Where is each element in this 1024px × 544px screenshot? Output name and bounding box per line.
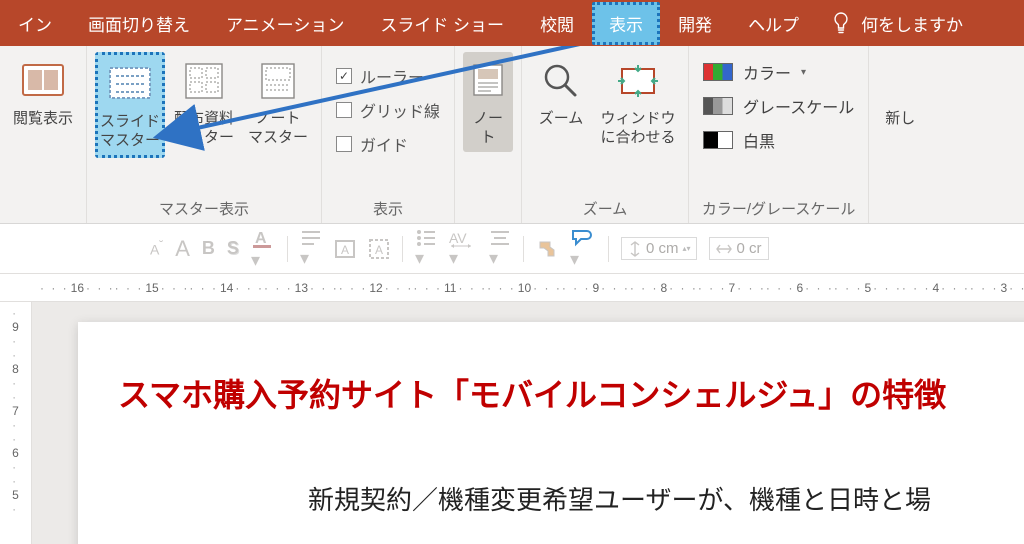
grayscale-mode-label: グレースケール (743, 94, 854, 118)
new-window-button-partial[interactable]: 新し (877, 52, 923, 133)
zoom-label: ズーム (539, 110, 584, 129)
svg-text:AV: AV (449, 230, 467, 246)
group-label-blank2 (463, 198, 513, 221)
slide-title-text[interactable]: スマホ購入予約サイト「モバイルコンシェルジュ」の特徴 (118, 370, 1024, 416)
handout-master-icon (182, 56, 226, 106)
slide-master-label: スライド マスター (100, 113, 160, 151)
handout-master-button[interactable]: 配布資料 マスター (169, 52, 239, 152)
speak-icon: ▾ (570, 227, 596, 270)
color-mode-label: カラー (743, 60, 791, 84)
color-swatch-icon (703, 63, 733, 81)
format-painter-icon (536, 238, 558, 260)
svg-text:A: A (255, 230, 267, 247)
ribbon: 閲覧表示 スライド マスター 配布資料 マスター (0, 46, 1024, 224)
dropdown-caret-icon: ▾ (801, 67, 806, 78)
notes-pane-button[interactable]: ノー ト (463, 52, 513, 152)
tab-transitions[interactable]: 画面切り替え (70, 1, 208, 46)
width-spinner: 0 cr (709, 237, 768, 260)
shadow-icon: S (227, 238, 239, 259)
tab-slideshow[interactable]: スライド ショー (362, 1, 522, 46)
guides-checkbox[interactable]: ガイド (336, 132, 440, 156)
group-label-blank (8, 198, 78, 221)
fit-window-label: ウィンドウ に合わせる (601, 110, 676, 148)
lightbulb-icon (831, 12, 851, 34)
vertical-ruler: ·9··8··7··6··5· (0, 302, 32, 544)
placeholder-icon: A (368, 238, 390, 260)
paragraph-icon: ▾ (300, 228, 322, 269)
bw-mode-button[interactable]: 白黒 (703, 128, 854, 152)
new-window-label-partial: 新し (885, 110, 915, 129)
ruler-label: ルーラー (360, 64, 424, 88)
group-label-zoom: ズーム (530, 194, 680, 221)
handout-master-label: 配布資料 マスター (174, 110, 234, 148)
slide-master-button[interactable]: スライド マスター (95, 52, 165, 158)
text-box-icon: A (334, 239, 356, 259)
tab-view[interactable]: 表示 (592, 2, 660, 45)
reading-view-icon (22, 56, 64, 106)
gridlines-label: グリッド線 (360, 98, 440, 122)
notes-master-label: ノート マスター (248, 110, 308, 148)
group-label-master: マスター表示 (95, 194, 313, 221)
char-spacing-icon: AV▾ (449, 228, 477, 269)
fit-window-icon (616, 56, 660, 106)
slide-master-icon (108, 59, 152, 109)
width-value: 0 cr (736, 240, 761, 257)
height-value: 0 cm (646, 240, 679, 257)
color-mode-button[interactable]: カラー ▾ (703, 60, 854, 84)
checkbox-unchecked-icon (336, 102, 352, 118)
bw-swatch-icon (703, 131, 733, 149)
slide-canvas[interactable]: スマホ購入予約サイト「モバイルコンシェルジュ」の特徴 新規契約／機種変更希望ユー… (78, 322, 1024, 544)
tab-animations[interactable]: アニメーション (208, 1, 362, 46)
new-window-icon (882, 56, 918, 106)
group-label-color: カラー/グレースケール (697, 194, 860, 221)
ruler-checkbox[interactable]: ✓ ルーラー (336, 64, 440, 88)
guides-label: ガイド (360, 132, 408, 156)
ribbon-tab-strip: イン 画面切り替え アニメーション スライド ショー 校閲 表示 開発 ヘルプ … (0, 0, 1024, 46)
slide-canvas-wrap[interactable]: スマホ購入予約サイト「モバイルコンシェルジュ」の特徴 新規契約／機種変更希望ユー… (32, 302, 1024, 544)
tab-design-partial[interactable]: イン (0, 1, 70, 46)
grayscale-mode-button[interactable]: グレースケール (703, 94, 854, 118)
zoom-icon (541, 56, 581, 106)
notes-master-button[interactable]: ノート マスター (243, 52, 313, 152)
group-label-show: 表示 (330, 194, 446, 221)
gridlines-checkbox[interactable]: グリッド線 (336, 98, 440, 122)
reading-view-button[interactable]: 閲覧表示 (8, 52, 78, 133)
font-color-icon: A▾ (251, 226, 275, 271)
zoom-button[interactable]: ズーム (530, 52, 592, 133)
disabled-font-toolbar: A˘ A B S A▾ ▾ A A ▾ AV▾ ▾ ▾ 0 cm ▴▾ 0 cr (0, 224, 1024, 274)
slide-editing-area: ·9··8··7··6··5· スマホ購入予約サイト「モバイルコンシェルジュ」の… (0, 302, 1024, 544)
tab-review[interactable]: 校閲 (522, 1, 592, 46)
notes-master-icon (256, 56, 300, 106)
bw-mode-label: 白黒 (743, 128, 775, 152)
notes-pane-icon (471, 56, 505, 106)
fit-window-button[interactable]: ウィンドウ に合わせる (596, 52, 680, 152)
tab-developer[interactable]: 開発 (660, 1, 730, 46)
svg-text:A: A (341, 243, 349, 257)
tell-me-search[interactable]: 何をしますか (817, 11, 977, 36)
tell-me-label: 何をしますか (861, 11, 963, 36)
grayscale-swatch-icon (703, 97, 733, 115)
height-spinner: 0 cm ▴▾ (621, 237, 698, 260)
tab-help[interactable]: ヘルプ (730, 1, 817, 46)
checkbox-unchecked-icon (336, 136, 352, 152)
align-icon: ▾ (489, 228, 511, 269)
horizontal-ruler: · · ·16· · ·· · ·15· · ·· · ·14· · ·· · … (0, 274, 1024, 302)
slide-body-text[interactable]: 新規契約／機種変更希望ユーザーが、機種と日時と場 (118, 480, 1024, 517)
notes-pane-label: ノー ト (473, 110, 503, 148)
svg-text:A: A (375, 243, 383, 257)
bold-icon: B (202, 238, 215, 259)
bullets-icon: ▾ (415, 228, 437, 269)
decrease-font-icon: A˘ (150, 239, 163, 258)
increase-font-icon: A (175, 236, 190, 262)
reading-view-label: 閲覧表示 (13, 110, 73, 129)
checkbox-checked-icon: ✓ (336, 68, 352, 84)
